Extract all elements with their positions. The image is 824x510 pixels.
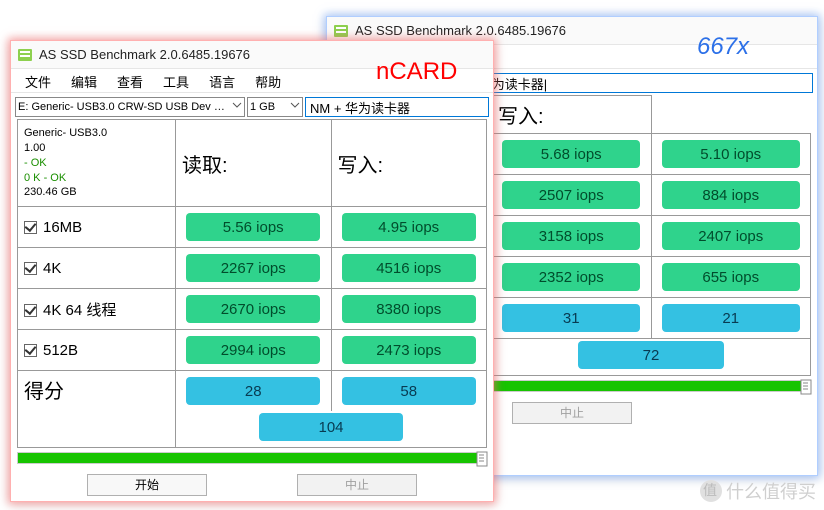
menu-view[interactable]: 查看 — [107, 69, 153, 92]
cell-4k-write: 884 iops — [662, 181, 800, 209]
cell-4k64-write: 8380 iops — [342, 295, 476, 323]
cell-4k64-read: 3158 iops — [502, 222, 640, 250]
results-table: Generic- USB3.0 1.00 - OK 0 K - OK 230.4… — [17, 119, 487, 448]
menu-tools[interactable]: 工具 — [153, 69, 199, 92]
capacity: 230.46 GB — [24, 185, 169, 200]
checkbox-icon[interactable] — [24, 221, 37, 234]
header-read: 读取: — [176, 120, 332, 207]
size-combo[interactable]: 1 GB — [247, 97, 303, 117]
cell-16mb-write: 5.10 iops — [662, 140, 800, 168]
cell-512b-write: 2473 iops — [342, 336, 476, 364]
score-read: 31 — [502, 304, 640, 332]
cell-512b-read: 2994 iops — [186, 336, 320, 364]
label-input[interactable]: NM + 华为读卡器 — [305, 97, 489, 117]
stop-button[interactable]: 中止 — [297, 474, 417, 496]
checkbox-icon[interactable] — [24, 344, 37, 357]
device-row: E: Generic- USB3.0 CRW-SD USB Dev … 1 GB… — [11, 93, 493, 119]
firmware: 1.00 — [24, 141, 169, 156]
window-title: AS SSD Benchmark 2.0.6485.19676 — [39, 47, 250, 62]
chevron-down-icon — [290, 100, 300, 113]
app-icon — [17, 47, 33, 63]
cell-512b-read: 2352 iops — [502, 263, 640, 291]
row-4k[interactable]: 4K — [18, 248, 176, 289]
cell-4k64-read: 2670 iops — [186, 295, 320, 323]
score-total: 72 — [578, 341, 725, 369]
annotation-ncard: nCARD — [376, 58, 457, 86]
score-total: 104 — [259, 413, 402, 441]
score-write: 21 — [662, 304, 800, 332]
menu-file[interactable]: 文件 — [15, 69, 61, 92]
cell-4k64-write: 2407 iops — [662, 222, 800, 250]
row-16mb[interactable]: 16MB — [18, 207, 176, 248]
driver-status: 0 K - OK — [24, 171, 169, 186]
menu-help[interactable]: 帮助 — [245, 69, 291, 92]
device-combo[interactable]: E: Generic- USB3.0 CRW-SD USB Dev … — [15, 97, 245, 117]
menu-edit[interactable]: 编辑 — [61, 69, 107, 92]
checkbox-icon[interactable] — [24, 262, 37, 275]
alignment-status: - OK — [24, 156, 169, 171]
device-info: Generic- USB3.0 1.00 - OK 0 K - OK 230.4… — [18, 120, 176, 207]
cell-4k-read: 2267 iops — [186, 254, 320, 282]
header-write: 写入: — [331, 120, 487, 207]
score-read: 28 — [186, 377, 320, 405]
cell-16mb-read: 5.68 iops — [502, 140, 640, 168]
chevron-down-icon — [232, 100, 242, 113]
row-4k64[interactable]: 4K 64 线程 — [18, 289, 176, 330]
menu-lang[interactable]: 语言 — [199, 69, 245, 92]
row-score: 得分 — [18, 371, 176, 448]
cell-4k-read: 2507 iops — [502, 181, 640, 209]
header-write: 写入: — [492, 96, 652, 134]
watermark-icon — [700, 480, 722, 502]
app-icon — [333, 23, 349, 39]
cell-16mb-read: 5.56 iops — [186, 213, 320, 241]
annotation-667x: 667x — [697, 33, 749, 61]
score-write: 58 — [342, 377, 476, 405]
checkbox-icon[interactable] — [24, 304, 37, 317]
cell-16mb-write: 4.95 iops — [342, 213, 476, 241]
row-512b[interactable]: 512B — [18, 330, 176, 371]
stop-button[interactable]: 中止 — [512, 402, 632, 424]
cell-512b-write: 655 iops — [662, 263, 800, 291]
label-input[interactable]: TF + 华为读卡器| — [443, 73, 813, 93]
progress — [17, 452, 487, 466]
start-button[interactable]: 开始 — [87, 474, 207, 496]
device-name: Generic- USB3.0 — [24, 126, 169, 141]
cell-4k-write: 4516 iops — [342, 254, 476, 282]
window-ncard: AS SSD Benchmark 2.0.6485.19676 文件 编辑 查看… — [10, 40, 494, 502]
window-title: AS SSD Benchmark 2.0.6485.19676 — [355, 23, 566, 38]
watermark: 什么值得买 — [700, 478, 816, 504]
